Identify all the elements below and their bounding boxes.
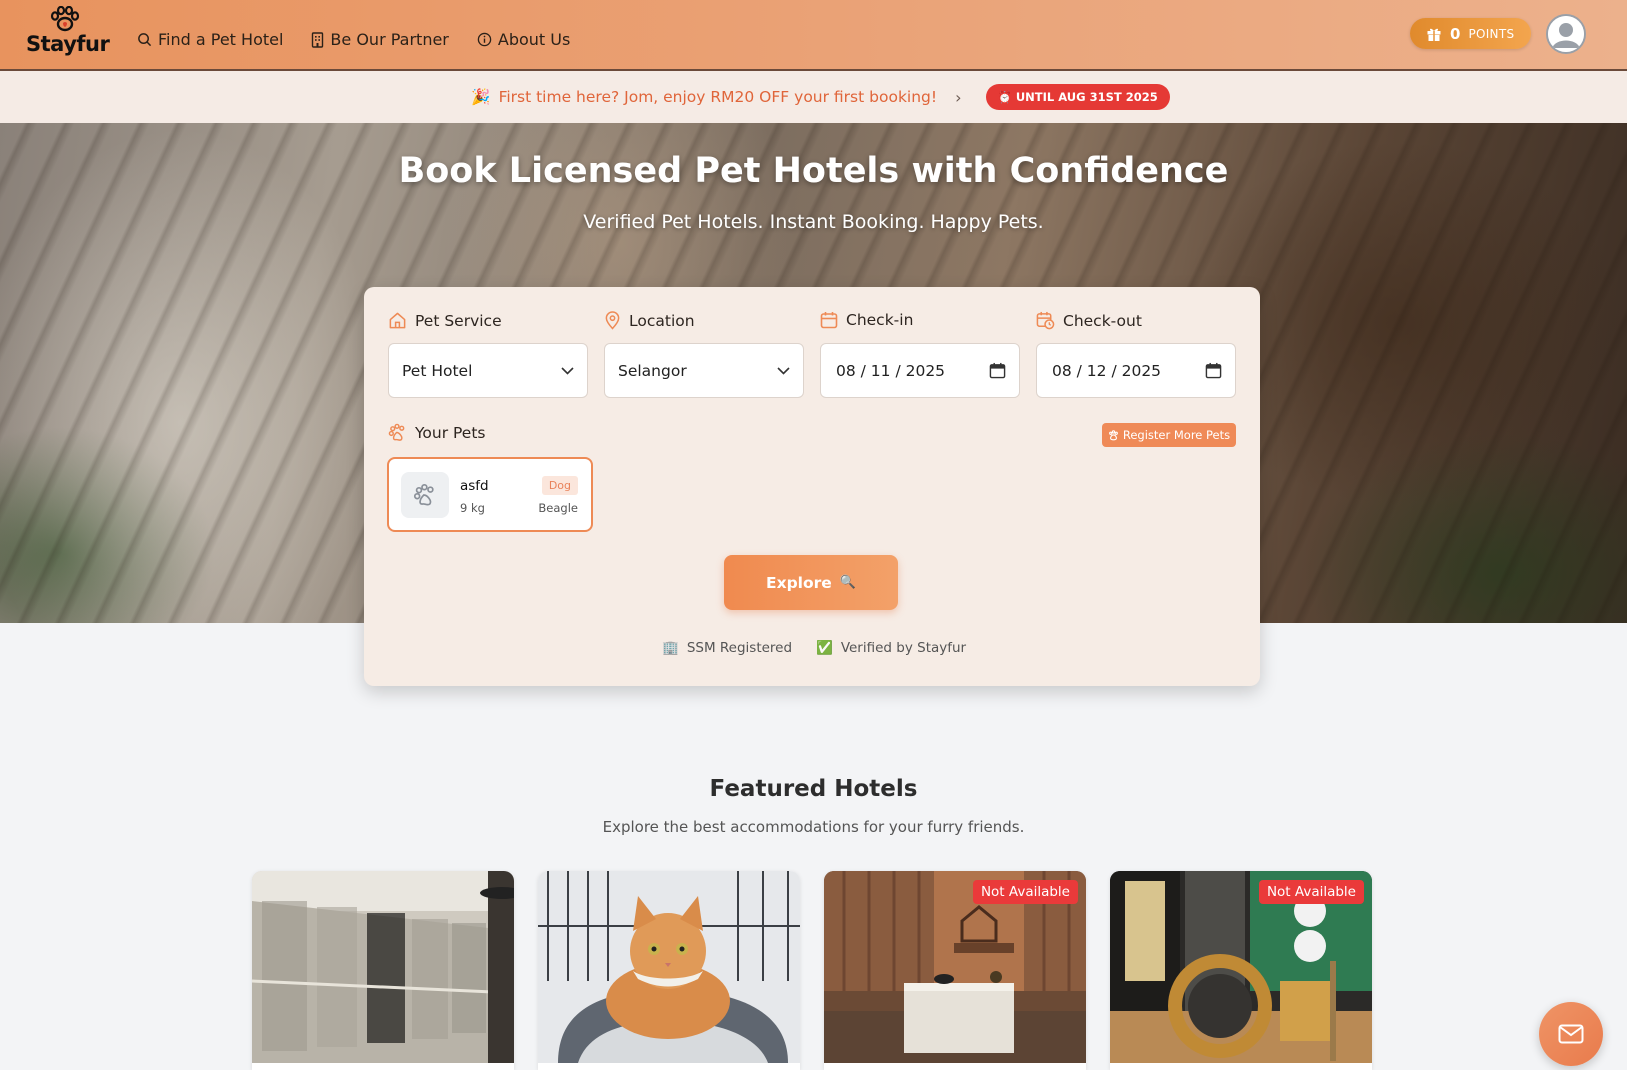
checkout-label: Check-out (1036, 311, 1142, 330)
hero-subtitle: Verified Pet Hotels. Instant Booking. Ha… (583, 211, 1044, 233)
ssm-registered-label: SSM Registered (686, 640, 793, 656)
not-available-badge: Not Available (972, 880, 1078, 904)
pet-type-badge: Dog (541, 476, 578, 495)
not-available-badge: Not Available (1258, 880, 1364, 904)
search-card: Pet Service Pet Hotel Location Selangor … (364, 287, 1260, 686)
nav-about-us[interactable]: About Us (477, 30, 570, 49)
calendar-icon[interactable] (1205, 362, 1222, 379)
promo-link[interactable]: 🎉 First time here? Jom, enjoy RM20 OFF y… (471, 88, 961, 107)
checkin-value: 08 / 11 / 2025 (836, 361, 946, 380)
nav-be-our-partner[interactable]: Be Our Partner (311, 30, 449, 49)
promo-deadline-badge: ⏰ UNTIL AUG 31ST 2025 (985, 84, 1170, 110)
featured-hotels-subtitle: Explore the best accommodations for your… (602, 818, 1025, 836)
party-icon: 🎉 (471, 88, 491, 106)
explore-button[interactable]: Explore 🔍 (724, 555, 898, 610)
paw-icon (413, 483, 434, 506)
pet-card[interactable]: asfd 9 kg Dog Beagle (387, 457, 593, 532)
register-more-pets-button[interactable]: Register More Pets (1102, 423, 1236, 447)
mail-icon (1558, 1024, 1584, 1044)
paw-icon (1108, 429, 1118, 440)
location-label-text: Location (629, 311, 695, 330)
pet-weight: 9 kg (460, 501, 485, 515)
calendar-icon (820, 312, 838, 329)
hotel-image (538, 871, 800, 1063)
featured-hotels-title: Featured Hotels (709, 776, 918, 802)
checkin-label-text: Check-in (846, 311, 914, 329)
points-label: POINTS (1468, 26, 1515, 41)
calendar-icon[interactable] (989, 362, 1006, 379)
pet-breed: Beagle (538, 501, 578, 515)
checkout-label-text: Check-out (1063, 311, 1142, 330)
points-value: 0 (1450, 24, 1461, 43)
ssm-registered-badge: 🏢 SSM Registered (662, 640, 792, 656)
hotel-card[interactable] (538, 871, 800, 1070)
promo-bar: 🎉 First time here? Jom, enjoy RM20 OFF y… (0, 71, 1627, 123)
hotel-card[interactable]: Not Available (1110, 871, 1372, 1070)
hero-title: Book Licensed Pet Hotels with Confidence (398, 151, 1229, 191)
location-label: Location (604, 311, 695, 330)
chevron-right-icon: › (955, 87, 962, 107)
calendar-clock-icon (1036, 311, 1055, 330)
nav-label: About Us (497, 30, 571, 49)
hotel-card[interactable]: Not Available (824, 871, 1086, 1070)
pet-service-value: Pet Hotel (402, 361, 473, 380)
pet-service-select[interactable]: Pet Hotel (388, 343, 588, 398)
alarm-clock-icon: ⏰ (997, 90, 1012, 104)
chevron-down-icon (777, 366, 790, 375)
paw-icon (50, 6, 80, 32)
magnifier-icon: 🔍 (839, 575, 856, 590)
register-more-pets-label: Register More Pets (1122, 428, 1231, 442)
nav-label: Find a Pet Hotel (158, 30, 284, 49)
nav-find-pet-hotel[interactable]: Find a Pet Hotel (137, 30, 283, 49)
checkin-label: Check-in (820, 311, 913, 329)
pet-name: asfd (460, 478, 489, 494)
search-icon (138, 33, 152, 47)
verified-badge: ✅ Verified by Stayfur (816, 640, 966, 656)
gift-icon (1427, 28, 1441, 41)
map-pin-icon (605, 311, 620, 330)
pet-service-label: Pet Service (388, 311, 502, 330)
location-select[interactable]: Selangor (604, 343, 804, 398)
top-header: Stayfur Find a Pet Hotel Be Our Partner … (0, 0, 1627, 71)
pet-avatar (401, 472, 449, 518)
building-icon (312, 31, 324, 48)
user-avatar[interactable] (1546, 14, 1586, 54)
brand-name: Stayfur (26, 32, 110, 56)
stayfur-logo[interactable]: Stayfur (26, 6, 110, 62)
office-building-icon: 🏢 (662, 640, 679, 656)
promo-badge-text: UNTIL AUG 31ST 2025 (1015, 90, 1158, 104)
checkin-date-input[interactable]: 08 / 11 / 2025 (820, 343, 1020, 398)
your-pets-label-text: Your Pets (415, 423, 486, 442)
points-button[interactable]: 0 POINTS (1410, 18, 1531, 49)
hotel-image (252, 871, 514, 1063)
checkout-value: 08 / 12 / 2025 (1052, 361, 1162, 380)
location-value: Selangor (618, 361, 687, 380)
chevron-down-icon (561, 366, 574, 375)
checkout-date-input[interactable]: 08 / 12 / 2025 (1036, 343, 1236, 398)
info-icon (477, 32, 492, 47)
promo-text: First time here? Jom, enjoy RM20 OFF you… (498, 88, 938, 106)
user-icon (1548, 16, 1584, 52)
contact-mail-button[interactable] (1539, 1002, 1603, 1066)
verified-label: Verified by Stayfur (840, 640, 967, 656)
explore-label: Explore (766, 573, 832, 592)
pet-service-label-text: Pet Service (415, 311, 502, 330)
hotel-card[interactable] (252, 871, 514, 1070)
paw-icon (388, 423, 405, 441)
main-nav: Find a Pet Hotel Be Our Partner About Us (137, 30, 570, 49)
your-pets-label: Your Pets (388, 423, 486, 442)
check-mark-icon: ✅ (816, 640, 833, 656)
home-icon (389, 312, 406, 329)
nav-label: Be Our Partner (330, 30, 449, 49)
